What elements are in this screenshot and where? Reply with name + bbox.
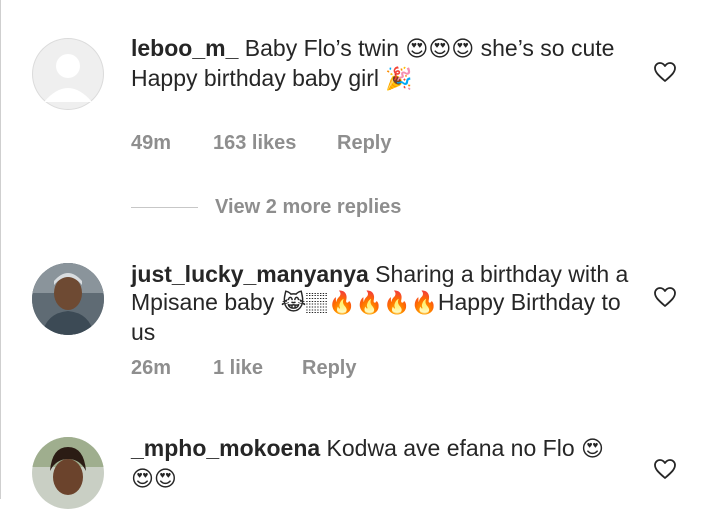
comment-body: _mpho_mokoena Kodwa ave efana no Flo 😍 😍… bbox=[131, 434, 631, 494]
comment-body: just_lucky_manyanya Sharing a birthday w… bbox=[131, 260, 631, 346]
heart-icon[interactable] bbox=[653, 285, 677, 309]
heart-eyes-emoji: 😍😍😍 bbox=[405, 37, 475, 62]
comment-username[interactable]: leboo_m_ bbox=[131, 35, 238, 61]
comment-username[interactable]: _mpho_mokoena bbox=[131, 435, 320, 461]
comment-meta: 26m 1 like Reply bbox=[131, 357, 356, 380]
comment-text: Kodwa ave efana no Flo bbox=[320, 435, 581, 461]
replies-divider bbox=[131, 206, 198, 208]
comment-body: leboo_m_ Baby Flo’s twin 😍😍😍 she’s so cu… bbox=[131, 34, 631, 94]
comment-text: Baby Flo’s twin bbox=[238, 35, 406, 61]
comment-meta: 49m 163 likes Reply bbox=[131, 132, 391, 155]
likes-count[interactable]: 163 likes bbox=[213, 132, 337, 155]
comment-time: 49m bbox=[131, 132, 172, 154]
reply-button[interactable]: Reply bbox=[302, 357, 356, 380]
avatar-placeholder[interactable] bbox=[32, 38, 104, 110]
comment-username[interactable]: just_lucky_manyanya bbox=[131, 261, 369, 287]
avatar[interactable] bbox=[32, 437, 104, 509]
comment-time: 26m bbox=[131, 357, 172, 379]
emoji-sequence: 😹🏽🔥🔥🔥🔥 bbox=[280, 291, 438, 316]
view-replies-link[interactable]: View 2 more replies bbox=[215, 196, 401, 219]
party-popper-emoji: 🎉 bbox=[385, 67, 413, 92]
view-replies-row[interactable]: View 2 more replies bbox=[131, 193, 401, 221]
comment-text-b: she’s so cute bbox=[474, 35, 615, 61]
left-border bbox=[0, 0, 1, 499]
avatar[interactable] bbox=[32, 263, 104, 335]
heart-eyes-emoji: 😍 bbox=[581, 437, 604, 462]
likes-count[interactable]: 1 like bbox=[213, 357, 302, 380]
reply-button[interactable]: Reply bbox=[337, 132, 391, 155]
heart-icon[interactable] bbox=[653, 457, 677, 481]
heart-eyes-emoji: 😍😍 bbox=[131, 467, 177, 492]
comment-text-line2: Happy birthday baby girl bbox=[131, 65, 386, 91]
heart-icon[interactable] bbox=[653, 60, 677, 84]
